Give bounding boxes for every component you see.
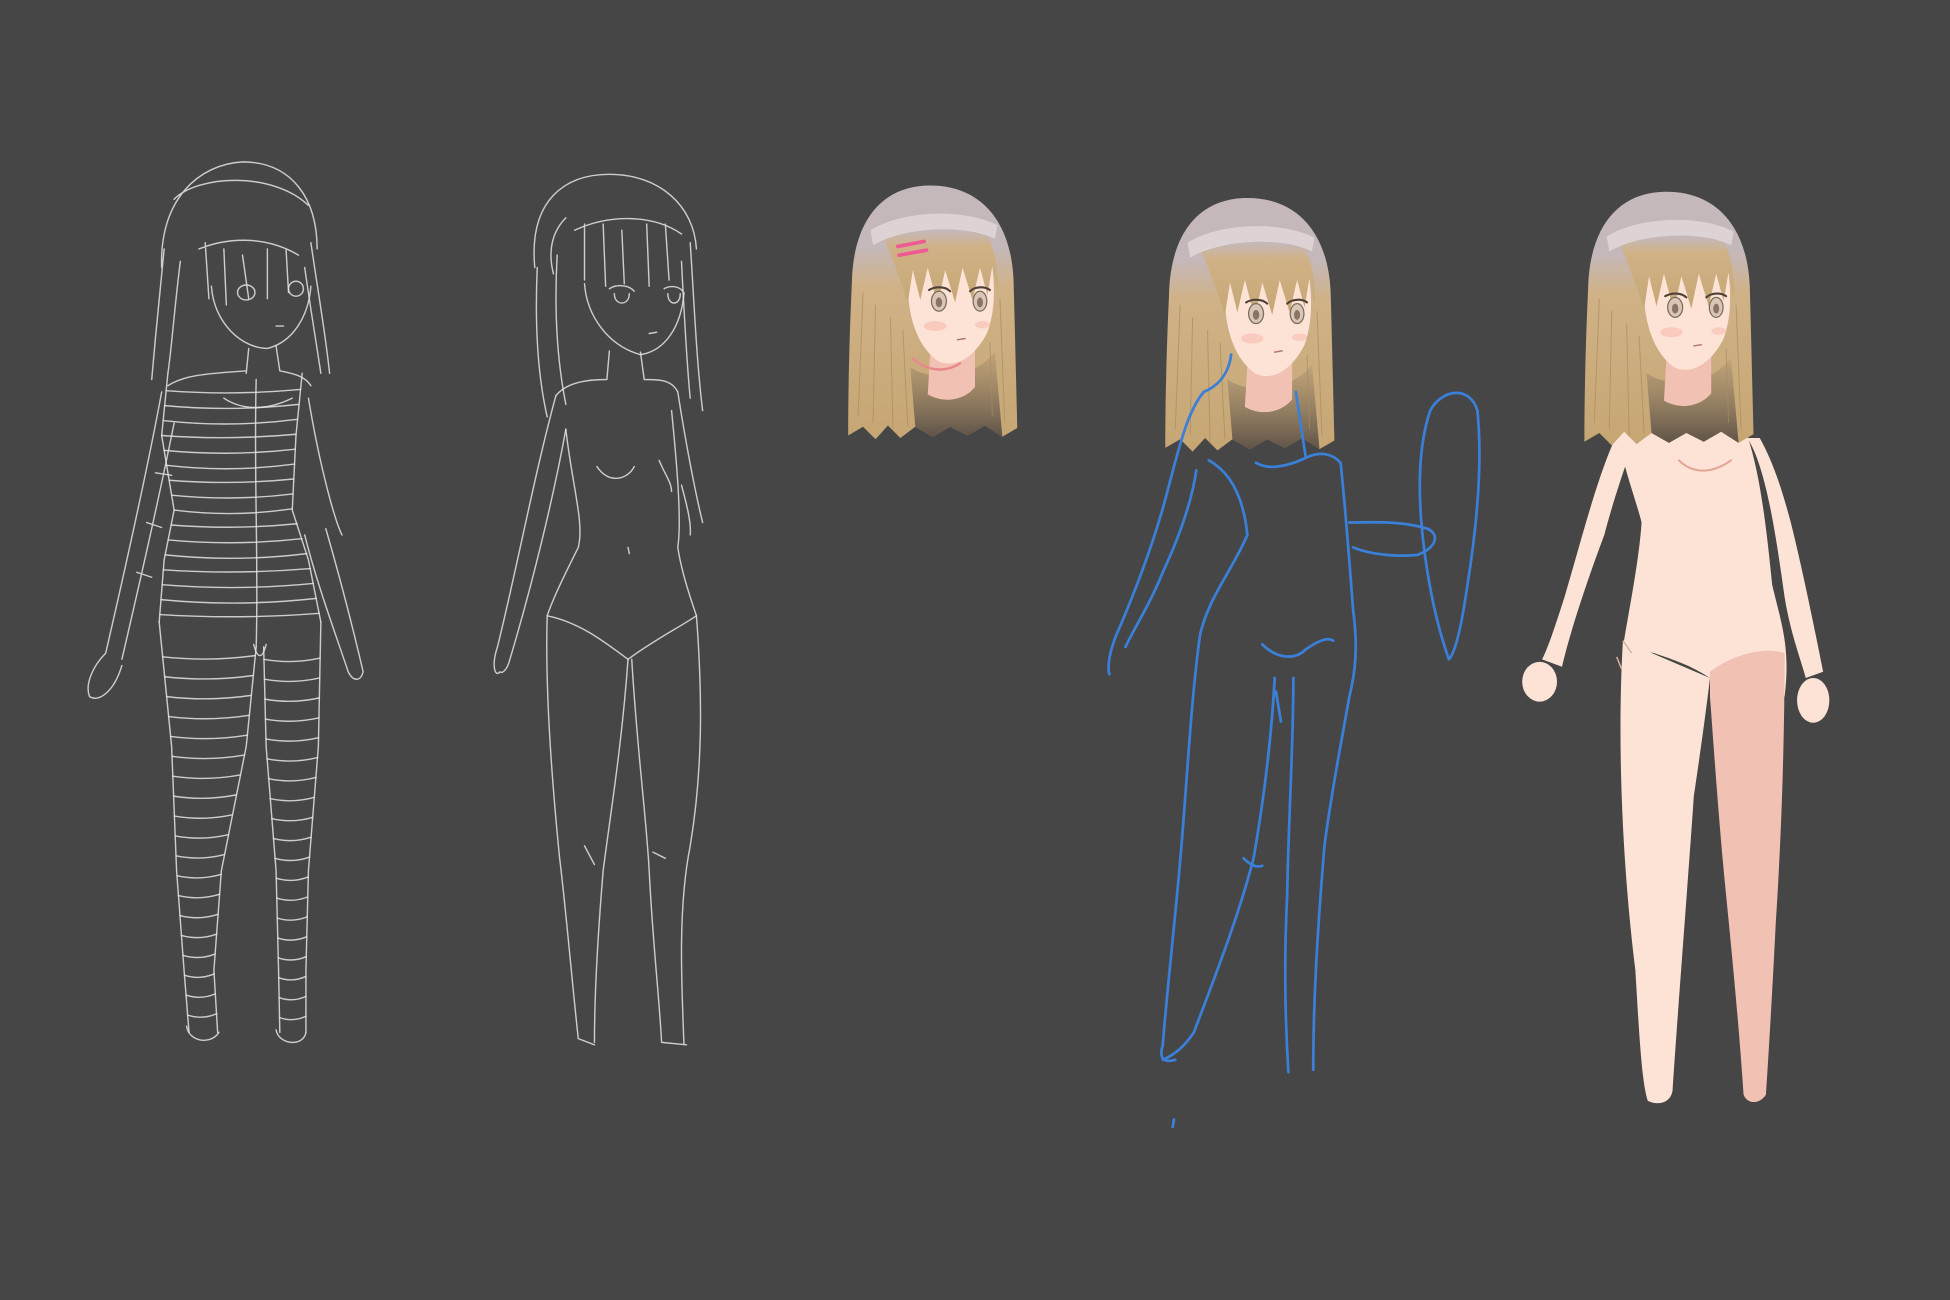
stray-mark: [1171, 1118, 1176, 1129]
left-hand: [1522, 661, 1558, 702]
illustration-canvas: [0, 0, 1950, 1300]
head: [1583, 190, 1755, 447]
head: [847, 184, 1019, 441]
right-hand: [1797, 677, 1830, 723]
colored-head-study: [847, 184, 1019, 441]
